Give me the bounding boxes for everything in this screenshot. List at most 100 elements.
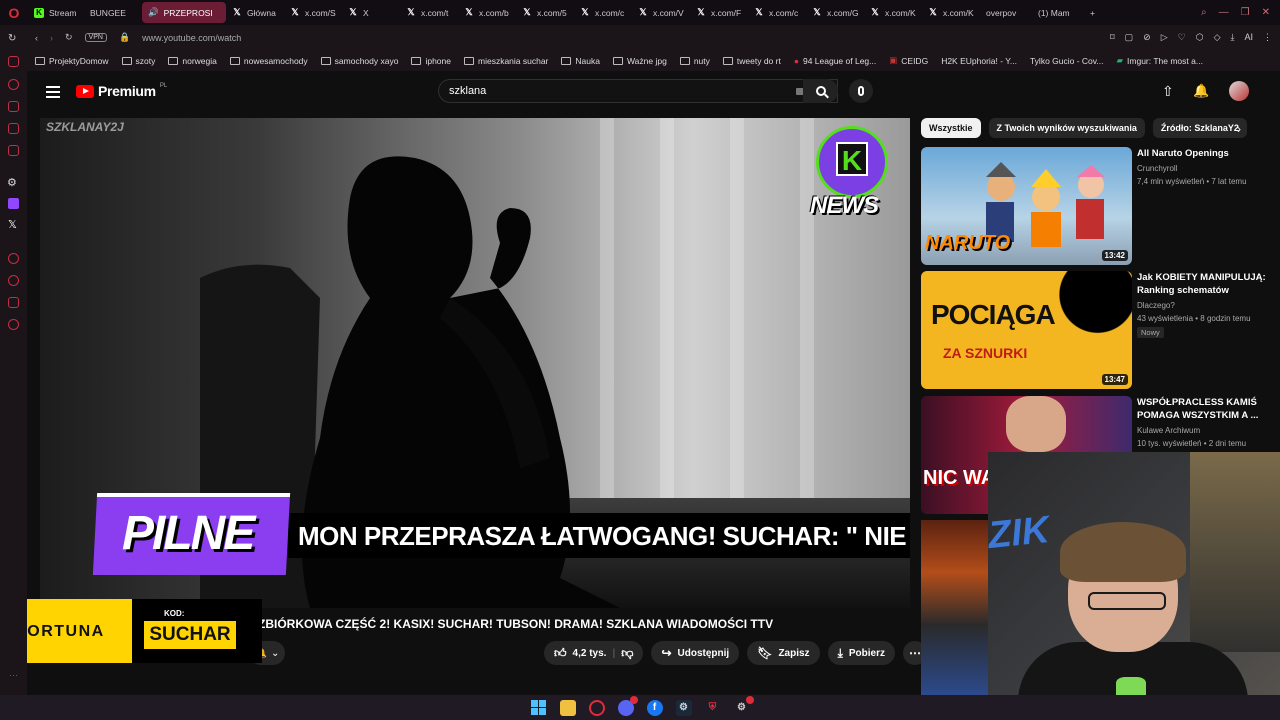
bookmark-item[interactable]: Tylko Gucio - Cov... <box>1030 56 1104 66</box>
like-button[interactable]: 👍︎ 4,2 tys. | 👎︎ <box>544 641 644 665</box>
close-icon[interactable]: ✕ <box>1262 7 1270 18</box>
sidebar-icon[interactable] <box>8 101 19 112</box>
video-title[interactable]: All Naruto Openings <box>1137 147 1267 160</box>
share-button[interactable]: ↪ Udostępnij <box>651 641 740 665</box>
snapshot-icon[interactable]: ▢ <box>1125 32 1134 43</box>
tab[interactable]: 𝕏x.com/c <box>748 2 806 23</box>
tab-active[interactable]: 🔊 PRZEPROSI <box>27 2 226 81</box>
chatgpt-icon[interactable]: ⚙ <box>7 176 17 189</box>
channel-name[interactable]: Dlaczego? <box>1137 301 1175 310</box>
bell-icon[interactable]: 🔔 <box>1193 83 1209 99</box>
bookmark-item[interactable]: mieszkania suchar <box>464 56 548 66</box>
opera-menu-icon[interactable]: O <box>0 0 28 25</box>
bookmark-item[interactable]: nuty <box>679 56 710 66</box>
new-tab-button[interactable]: + <box>1084 2 1100 23</box>
bookmark-item[interactable]: nowesamochody <box>229 56 308 66</box>
tab[interactable]: 𝕏x.com/K <box>864 2 922 23</box>
sidebar-icon[interactable] <box>8 123 19 134</box>
channel-name[interactable]: Crunchyroll <box>1137 164 1177 173</box>
reload-icon[interactable]: ↻ <box>65 32 73 43</box>
sidebar-icon[interactable] <box>8 253 19 264</box>
sidebar-icon[interactable] <box>8 145 19 156</box>
sidebar-icon[interactable] <box>8 56 19 67</box>
chip-source[interactable]: Źródło: SzklanaY2 <box>1152 118 1247 138</box>
channel-name[interactable]: Kulawe Archiwum <box>1137 426 1200 435</box>
search-button[interactable] <box>803 79 838 103</box>
bookmark-item[interactable]: samochody xayo <box>320 56 398 66</box>
avatar[interactable] <box>1229 81 1249 101</box>
tab[interactable]: 𝕏x.com/K <box>922 2 980 23</box>
more-icon[interactable]: ⋯ <box>9 670 18 681</box>
search-tabs-icon[interactable]: ⌕ <box>1201 7 1207 18</box>
recommendation-item[interactable]: POCIĄGA ZA SZNURKI 13:47 Jak KOBIETY MAN… <box>921 271 1271 389</box>
tab[interactable]: 𝕏X <box>342 2 400 23</box>
tab[interactable]: 𝕏x.com/c <box>574 2 632 23</box>
sidebar-icon[interactable] <box>8 79 19 90</box>
video-title[interactable]: WSPÓŁPRACLESS KAMIŚ POMAGA WSZYSTKIM A .… <box>1137 396 1267 422</box>
tab[interactable]: 𝕏x.com/5 <box>516 2 574 23</box>
tab[interactable]: BUNGEE <box>27 2 142 81</box>
forward-icon[interactable]: › <box>50 33 53 43</box>
opera-icon[interactable] <box>588 699 605 716</box>
reload-icon[interactable]: ↻ <box>8 33 16 44</box>
bookmark-item[interactable]: norwegia <box>168 56 217 66</box>
thumbs-down-icon[interactable]: 👎︎ <box>621 646 633 661</box>
chip-from-search[interactable]: Z Twoich wyników wyszukiwania <box>988 118 1145 138</box>
download-button[interactable]: ⤓ Pobierz <box>827 641 895 665</box>
x-icon[interactable]: 𝕏 <box>8 218 17 231</box>
tab[interactable]: 𝕏x.com/G <box>806 2 864 23</box>
file-explorer-icon[interactable] <box>559 699 576 716</box>
video-player[interactable]: SZKLANAY2J K NEWS MON PRZEPRASZA ŁATWOGA… <box>40 118 910 608</box>
facebook-icon[interactable]: f <box>646 699 663 716</box>
upload-icon[interactable]: ⇧ <box>1162 83 1174 100</box>
video-title[interactable]: Jak KOBIETY MANIPULUJĄ: Ranking schemató… <box>1137 271 1267 297</box>
bookmark-item[interactable]: szoty <box>121 56 155 66</box>
windows-start-icon[interactable] <box>531 699 547 716</box>
back-icon[interactable]: ‹ <box>35 33 38 43</box>
bookmark-item[interactable]: ▣ CEIDG <box>889 55 928 66</box>
extensions-icon[interactable]: ⬡ <box>1196 32 1204 43</box>
menu-icon[interactable] <box>46 86 60 101</box>
adblock-icon[interactable]: ⊘ <box>1143 32 1151 43</box>
steam-icon[interactable]: ⚙ <box>675 699 692 716</box>
tab[interactable]: 𝕏 Główna <box>226 2 284 23</box>
twitch-icon[interactable] <box>8 198 19 209</box>
vpn-badge[interactable]: VPN <box>84 33 107 42</box>
tab[interactable]: 𝕏x.com/b <box>458 2 516 23</box>
tab[interactable]: overpov <box>27 2 1032 81</box>
tab[interactable]: 𝕏x.com/V <box>632 2 690 23</box>
recommendation-thumbnails-partial[interactable] <box>921 520 988 695</box>
bookmark-item[interactable]: H2K EUphoria! - Y... <box>941 56 1017 66</box>
bookmark-item[interactable]: tweety do rt <box>722 56 781 66</box>
save-button[interactable]: 🔖︎ Zapisz <box>747 641 820 665</box>
chevron-right-icon[interactable]: › <box>1237 122 1241 136</box>
settings-icon[interactable]: ⚙ <box>734 695 754 716</box>
heart-icon[interactable]: ♡ <box>1178 32 1186 43</box>
bookmark-item[interactable]: ProjektyDomow <box>35 56 109 66</box>
settings-icon[interactable] <box>8 319 19 330</box>
video-thumbnail[interactable]: NARUTO 13:42 <box>921 147 1132 265</box>
tab[interactable]: K Stream <box>28 2 84 23</box>
tab[interactable]: 𝕏x.com/F <box>690 2 748 23</box>
player-icon[interactable]: ▷ <box>1161 32 1168 43</box>
maximize-icon[interactable]: ❐ <box>1241 7 1250 18</box>
recommendation-item[interactable]: NARUTO 13:42 All Naruto Openings Crunchy… <box>921 147 1271 265</box>
chip-all[interactable]: Wszystkie <box>921 118 981 138</box>
minimize-icon[interactable]: — <box>1219 7 1229 18</box>
bookmark-item[interactable]: iphone <box>411 56 451 66</box>
bookmark-item[interactable]: ● 94 League of Leg... <box>794 56 876 66</box>
history-icon[interactable] <box>8 275 19 286</box>
video-thumbnail[interactable]: POCIĄGA ZA SZNURKI 13:47 <box>921 271 1132 389</box>
bookmark-item[interactable]: Nauka <box>561 56 600 66</box>
search-input[interactable]: szklana ✕ <box>438 79 838 103</box>
bookmark-icon[interactable]: ⌑ <box>1110 32 1115 43</box>
shield-icon[interactable]: ⛨ <box>705 700 721 716</box>
tab[interactable]: 𝕏x.com/S <box>284 2 342 23</box>
youtube-logo[interactable]: Premium PL <box>76 83 167 99</box>
tab[interactable]: (1) Mam <box>27 2 1084 81</box>
voice-search-button[interactable] <box>849 79 873 103</box>
sidebar-icon[interactable] <box>8 297 19 308</box>
bookmark-item[interactable]: ▰ Imgur: The most a... <box>1116 55 1202 66</box>
download-icon[interactable]: ⤓ <box>1231 32 1235 43</box>
tab[interactable]: 𝕏x.com/t <box>400 2 458 23</box>
